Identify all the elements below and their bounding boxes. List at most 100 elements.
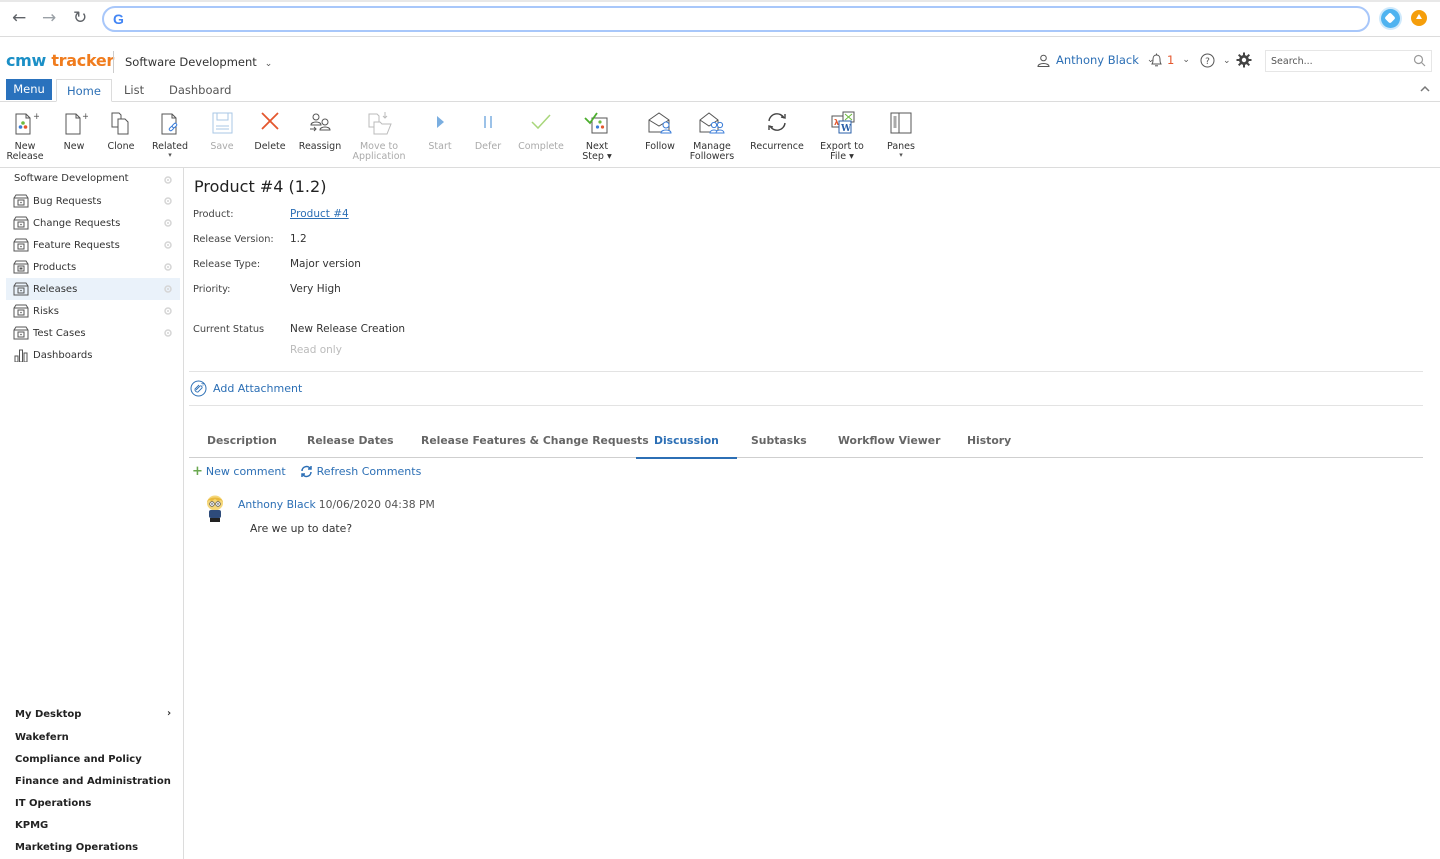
chevron-down-icon: ⌄ [264, 59, 273, 69]
reload-icon[interactable]: ↻ [73, 9, 87, 27]
tab-home[interactable]: Home [56, 79, 112, 102]
sidebar-item-test-cases[interactable]: Test Cases [6, 322, 180, 344]
help-menu[interactable]: ? ⌄ [1200, 53, 1231, 68]
button-label: Recurrence [750, 141, 804, 152]
save-button[interactable]: Save [204, 102, 240, 166]
tab-release-dates[interactable]: Release Dates [289, 426, 412, 458]
search-icon[interactable] [1413, 54, 1426, 67]
sidebar-item-products[interactable]: Products [6, 256, 180, 278]
settings-cog-icon[interactable] [163, 196, 173, 206]
delete-button[interactable]: Delete [251, 102, 289, 166]
new-button[interactable]: + New [56, 102, 92, 166]
sidebar-item-dashboards[interactable]: Dashboards [6, 344, 180, 366]
product-link[interactable]: Product #4 [290, 208, 349, 220]
new-release-button[interactable]: + New Release [2, 102, 48, 166]
back-arrow-icon[interactable]: ← [12, 9, 26, 27]
complete-button[interactable]: Complete [515, 102, 567, 166]
reassign-button[interactable]: Reassign [296, 102, 344, 166]
button-label: Follow [645, 141, 675, 152]
sidebar-item-change-requests[interactable]: Change Requests [6, 212, 180, 234]
chevron-down-icon: ⌄ [1223, 55, 1231, 66]
sidebar-workspace-marketing[interactable]: Marketing Operations [15, 842, 138, 853]
panes-button[interactable]: Panes ▾ [882, 102, 920, 166]
next-step-icon [584, 112, 608, 134]
follow-button[interactable]: Follow [640, 102, 680, 166]
divider [189, 371, 1423, 372]
field-value-current-status: New Release Creation [290, 323, 406, 335]
dropdown-caret-icon: ▾ [849, 151, 854, 162]
settings-cog-icon[interactable] [163, 306, 173, 316]
settings-cog-icon[interactable] [163, 240, 173, 250]
collapse-ribbon-icon[interactable] [1420, 85, 1430, 93]
sidebar-item-bug-requests[interactable]: Bug Requests [6, 190, 180, 212]
settings-cog-icon[interactable] [163, 284, 173, 294]
field-value-release-version: 1.2 [290, 233, 307, 245]
sidebar-workspace-compliance[interactable]: Compliance and Policy [15, 754, 142, 765]
comment-author-link[interactable]: Anthony Black [238, 498, 316, 511]
recurrence-icon [768, 113, 786, 131]
sidebar-heading[interactable]: Software Development [14, 173, 129, 184]
menu-button[interactable]: Menu [6, 79, 52, 100]
field-label-priority: Priority: [193, 284, 231, 295]
add-attachment-button[interactable]: + Add Attachment [190, 380, 302, 397]
extension-icon[interactable] [1381, 9, 1400, 28]
related-button[interactable]: Related ▾ [148, 102, 192, 166]
move-to-application-button[interactable]: Move to Application [350, 102, 408, 166]
export-to-file-button[interactable]: λW Export to File ▾ [816, 102, 868, 166]
sidebar-workspace-finance[interactable]: Finance and Administration [15, 776, 171, 787]
tab-description[interactable]: Description [189, 426, 295, 458]
tab-subtasks[interactable]: Subtasks [733, 426, 825, 458]
tab-list[interactable]: List [114, 79, 154, 102]
settings-cog-icon[interactable] [163, 175, 173, 185]
tab-dashboard[interactable]: Dashboard [159, 79, 241, 102]
sidebar-item-releases[interactable]: Releases [6, 278, 180, 300]
app-folder-icon [13, 304, 29, 318]
next-step-button[interactable]: Next Step ▾ [576, 102, 618, 166]
chevron-right-icon[interactable]: › [167, 708, 171, 719]
manage-followers-button[interactable]: Manage Followers [686, 102, 738, 166]
record-panel: Product #4 (1.2) Product: Product #4 Rel… [185, 168, 1440, 859]
forward-arrow-icon[interactable]: → [42, 9, 56, 27]
sidebar-workspace-it-operations[interactable]: IT Operations [15, 798, 91, 809]
sidebar-workspace-kpmg[interactable]: KPMG [15, 820, 48, 831]
dropdown-caret-icon: ▾ [899, 151, 903, 159]
tab-release-features[interactable]: Release Features & Change Requests [403, 426, 667, 458]
settings-gear-icon[interactable] [1236, 52, 1252, 71]
search-box[interactable] [1265, 50, 1432, 72]
tab-discussion[interactable]: Discussion [636, 426, 737, 459]
notifications-menu[interactable]: 1 ⌄ [1150, 53, 1190, 67]
logo-tracker: tracker [51, 51, 115, 70]
field-label-current-status: Current Status [193, 324, 265, 335]
recurrence-button[interactable]: Recurrence [748, 102, 806, 166]
sidebar-item-risks[interactable]: Risks [6, 300, 180, 322]
update-icon[interactable] [1411, 10, 1427, 26]
avatar [207, 495, 223, 522]
tab-history[interactable]: History [949, 426, 1029, 458]
logo[interactable]: cmw tracker [6, 51, 114, 70]
button-label: Reassign [298, 141, 342, 152]
new-comment-button[interactable]: New comment [206, 465, 286, 478]
move-folder-icon [368, 112, 392, 135]
defer-button[interactable]: Defer [470, 102, 506, 166]
refresh-comments-button[interactable]: Refresh Comments [300, 465, 421, 478]
clone-button[interactable]: Clone [102, 102, 140, 166]
button-label: Start [428, 141, 452, 152]
pause-icon [484, 116, 492, 128]
start-button[interactable]: Start [422, 102, 458, 166]
sidebar-workspace-wakefern[interactable]: Wakefern [15, 732, 69, 743]
settings-cog-icon[interactable] [163, 218, 173, 228]
settings-cog-icon[interactable] [163, 262, 173, 272]
workspace-selector[interactable]: Software Development ⌄ [125, 55, 272, 69]
save-icon [212, 112, 233, 134]
sidebar-workspace-my-desktop[interactable]: My Desktop [15, 709, 81, 720]
tab-workflow-viewer[interactable]: Workflow Viewer [820, 426, 958, 458]
search-input[interactable] [1266, 51, 1406, 71]
settings-cog-icon[interactable] [163, 328, 173, 338]
app-folder-icon [13, 194, 29, 208]
address-bar[interactable]: G [102, 6, 1370, 32]
app-header: cmw tracker Software Development ⌄ Anthon… [0, 37, 1440, 79]
app-folder-icon [13, 260, 29, 274]
tab-strip-edge [0, 0, 1440, 2]
sidebar-item-feature-requests[interactable]: Feature Requests [6, 234, 180, 256]
user-menu[interactable]: Anthony Black ⌄ [1037, 53, 1154, 67]
